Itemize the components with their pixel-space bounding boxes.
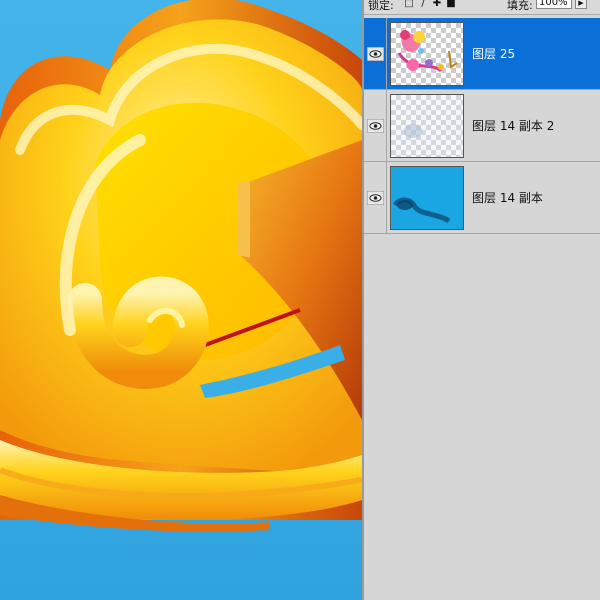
layer-row-14-copy[interactable]: 图层 14 副本	[364, 162, 600, 234]
fill-label: 填充:	[507, 0, 533, 12]
eye-visibility-icon[interactable]	[367, 47, 384, 61]
layer-lock-toolbar: 锁定: □ ∕ ✚ ■ 填充: 100% ▶	[364, 0, 600, 15]
canvas-artwork	[0, 0, 362, 600]
fill-dropdown-arrow-icon[interactable]: ▶	[575, 0, 587, 9]
document-canvas[interactable]	[0, 0, 362, 600]
layer-thumbnail-flower	[390, 22, 464, 86]
lock-transparent-icon[interactable]: □	[404, 0, 414, 9]
lock-brush-icon[interactable]: ∕	[418, 0, 428, 9]
layer-name[interactable]: 图层 25	[472, 45, 515, 62]
lock-move-icon[interactable]: ✚	[432, 0, 442, 9]
lock-label: 锁定:	[368, 0, 394, 12]
layer-name[interactable]: 图层 14 副本	[472, 189, 543, 206]
lock-all-icon[interactable]: ■	[446, 0, 456, 9]
eye-visibility-icon[interactable]	[367, 119, 384, 133]
layer-thumbnail-blur	[390, 94, 464, 158]
layers-panel: 锁定: □ ∕ ✚ ■ 填充: 100% ▶ 图层 25 图层 14 副本 2 …	[362, 0, 600, 600]
layer-name[interactable]: 图层 14 副本 2	[472, 117, 554, 134]
layer-thumbnail-blue	[390, 166, 464, 230]
layer-row-14-copy-2[interactable]: 图层 14 副本 2	[364, 90, 600, 162]
eye-visibility-icon[interactable]	[367, 191, 384, 205]
fill-input[interactable]: 100%	[536, 0, 572, 9]
layer-row-25[interactable]: 图层 25	[364, 18, 600, 90]
